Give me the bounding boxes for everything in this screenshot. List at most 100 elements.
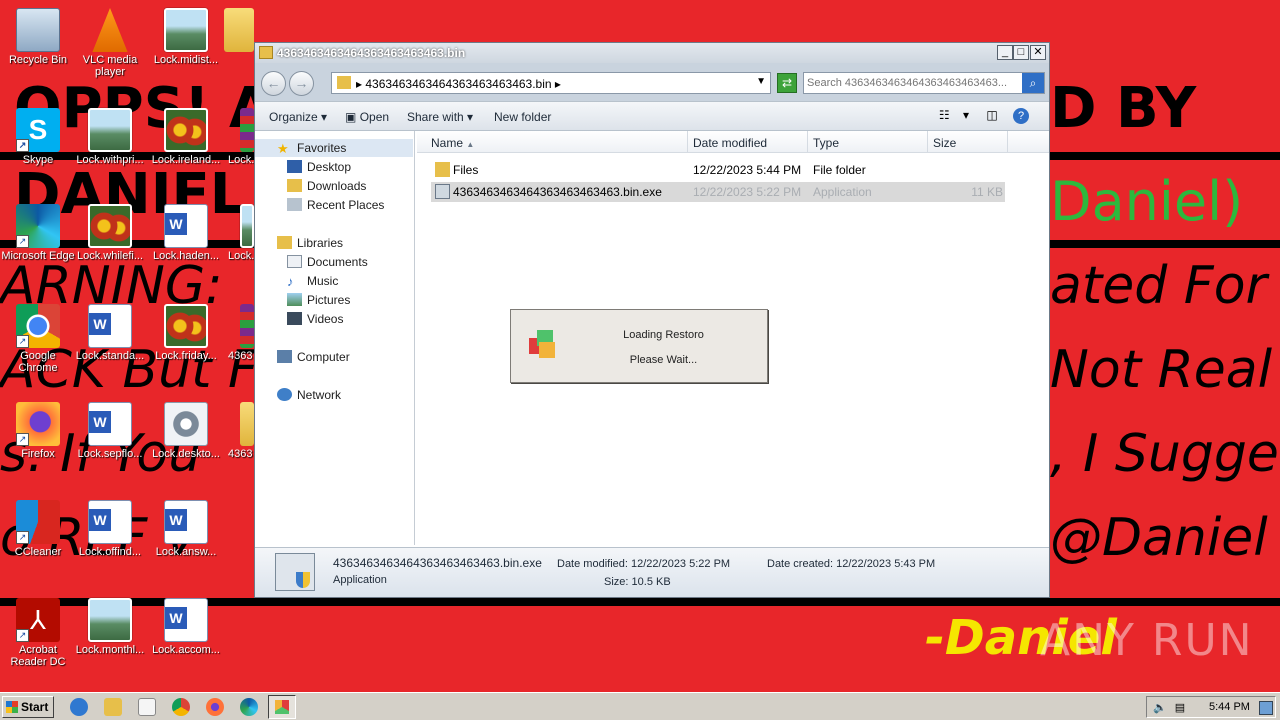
desktop-icon-file[interactable]: 4363	[224, 304, 254, 362]
forward-button[interactable]: →	[289, 71, 314, 96]
media-player-icon[interactable]	[138, 698, 156, 716]
desktop-icon-lock-file[interactable]: Lock.deskto...	[148, 402, 224, 460]
help-icon[interactable]: ?	[1013, 108, 1029, 124]
desktop-icon-label: Firefox	[21, 448, 55, 460]
refresh-button[interactable]: ⇄	[777, 73, 797, 93]
open-button[interactable]: ▣ Open	[345, 110, 389, 124]
desktop-icon-lock-file[interactable]: Lock.whilefi...	[72, 204, 148, 262]
desktop-icon-lock-file[interactable]: Lock.withpri...	[72, 108, 148, 166]
edge-taskbar-icon[interactable]	[240, 698, 258, 716]
word-document-icon	[164, 204, 208, 248]
new-folder-button[interactable]: New folder	[494, 110, 551, 124]
explorer-taskbar-icon[interactable]	[104, 698, 122, 716]
nav-music[interactable]: ♪ Music	[255, 272, 413, 290]
nav-videos[interactable]: Videos	[255, 310, 413, 328]
desktop-icon-label: Lock.friday...	[155, 350, 217, 362]
chevron-down-icon[interactable]: ▼	[756, 76, 766, 87]
desktop-icon-lock-file[interactable]: Lock.offind...	[72, 500, 148, 558]
nav-computer[interactable]: Computer	[255, 348, 413, 366]
nav-desktop[interactable]: Desktop	[255, 158, 413, 176]
desktop-icon-label: Lock.	[228, 250, 254, 262]
column-header-type[interactable]: Type	[813, 136, 839, 150]
desktop-icon-lock-file[interactable]: Lock.sepflo...	[72, 402, 148, 460]
minimize-button[interactable]: _	[997, 45, 1013, 60]
file-row[interactable]: Files 12/22/2023 5:44 PM File folder	[431, 160, 1005, 180]
close-button[interactable]: ✕	[1030, 45, 1046, 60]
desktop-icon-firefox[interactable]: ↗ Firefox	[0, 402, 76, 460]
chevron-down-icon[interactable]: ▾	[963, 108, 969, 122]
volume-icon[interactable]: 🔈	[1153, 701, 1167, 715]
restoro-taskbar-button[interactable]	[268, 695, 296, 719]
column-header-size[interactable]: Size	[933, 136, 956, 150]
internet-explorer-icon[interactable]	[70, 698, 88, 716]
nav-pictures[interactable]: Pictures	[255, 291, 413, 309]
window-titlebar[interactable]: 4363463463464363463463463.bin _ □ ✕	[255, 43, 1049, 63]
view-options-icon[interactable]: ☷	[939, 108, 950, 122]
desktop-icon-acrobat[interactable]: ⅄ ↗ Acrobat Reader DC	[0, 598, 76, 668]
desktop-icon-lock-file[interactable]: Lock.midist...	[148, 8, 224, 66]
column-divider[interactable]	[927, 131, 928, 153]
column-header-date-modified[interactable]: Date modified	[693, 136, 767, 150]
search-box[interactable]: ⌕	[803, 72, 1045, 94]
column-divider[interactable]	[1007, 131, 1008, 153]
search-input[interactable]	[807, 75, 1021, 91]
desktop-icon-skype[interactable]: S ↗ Skype	[0, 108, 76, 166]
desktop-icon-label: Lock.haden...	[152, 250, 220, 262]
clock[interactable]: 5:44 PM	[1209, 701, 1250, 713]
share-with-menu[interactable]: Share with ▾	[407, 110, 473, 124]
desktop-icon-lock-file[interactable]: Lock.haden...	[148, 204, 224, 262]
column-divider[interactable]	[807, 131, 808, 153]
nav-documents[interactable]: Documents	[255, 253, 413, 271]
windows-logo-icon	[6, 701, 18, 713]
desktop-icon-lock-file[interactable]: Lock.friday...	[148, 304, 224, 362]
desktop-icon-label: Microsoft Edge	[1, 250, 75, 262]
desktop-icon-edge[interactable]: ↗ Microsoft Edge	[0, 204, 76, 262]
computer-icon	[277, 350, 292, 363]
breadcrumb-item[interactable]: 4363463463464363463463463.bin	[365, 77, 551, 91]
back-button[interactable]: ←	[261, 71, 286, 96]
show-desktop-icon[interactable]	[1259, 701, 1273, 715]
desktop-icon-file[interactable]: 4363	[224, 402, 254, 460]
desktop-icon-folder[interactable]	[224, 8, 254, 54]
maximize-button[interactable]: □	[1013, 45, 1029, 60]
desktop-icon-lock-file[interactable]: Lock.standa...	[72, 304, 148, 362]
desktop-icon-chrome[interactable]: ↗ Google Chrome	[0, 304, 76, 374]
desktop-icon-lock-file[interactable]: Lock.	[224, 204, 254, 262]
desktop-icon-lock-file[interactable]: Lock.	[224, 108, 254, 166]
vlc-icon	[92, 8, 128, 52]
loading-dialog[interactable]: Loading Restoro Please Wait...	[510, 309, 768, 383]
nav-network[interactable]: Network	[255, 386, 413, 404]
search-icon[interactable]: ⌕	[1022, 73, 1044, 93]
address-bar[interactable]: ▸ 4363463463464363463463463.bin ▸ ▼	[331, 72, 771, 94]
file-row[interactable]: 4363463463464363463463463.bin.exe 12/22/…	[431, 182, 1005, 202]
nav-label: Libraries	[297, 236, 344, 250]
desktop-icon-lock-file[interactable]: Lock.answ...	[148, 500, 224, 558]
organize-menu[interactable]: Organize ▾	[269, 110, 327, 124]
column-divider[interactable]	[687, 131, 688, 153]
column-header-name[interactable]: Name ▲	[431, 136, 474, 150]
desktop-icon-recycle-bin[interactable]: Recycle Bin	[0, 8, 76, 66]
nav-downloads[interactable]: Downloads	[255, 177, 413, 195]
preview-pane-icon[interactable]: ◫	[986, 108, 997, 122]
nav-label: Pictures	[307, 293, 351, 307]
network-tray-icon[interactable]: ▤	[1173, 701, 1187, 715]
logo-part	[539, 342, 555, 358]
desktop-icon-ccleaner[interactable]: ↗ CCleaner	[0, 500, 76, 558]
window-title: 4363463463464363463463463.bin	[277, 46, 466, 60]
chrome-taskbar-icon[interactable]	[172, 698, 190, 716]
desktop-icon-lock-file[interactable]: Lock.accom...	[148, 598, 224, 656]
firefox-taskbar-icon[interactable]	[206, 698, 224, 716]
desktop-icon-label: Lock.answ...	[155, 546, 217, 558]
desktop-icon-lock-file[interactable]: Lock.ireland...	[148, 108, 224, 166]
desktop-icon-label: Lock.standa...	[75, 350, 145, 362]
desktop-icon-lock-file[interactable]: Lock.monthl...	[72, 598, 148, 656]
nav-libraries[interactable]: Libraries	[255, 234, 413, 252]
desktop-icon-label: Lock.	[228, 154, 254, 166]
desktop-icon-vlc[interactable]: VLC media player	[72, 8, 148, 78]
breadcrumb-arrow-icon[interactable]: ▸	[356, 77, 362, 91]
settings-file-icon	[164, 402, 208, 446]
nav-recent-places[interactable]: Recent Places	[255, 196, 413, 214]
start-button[interactable]: Start	[2, 696, 54, 718]
details-size: Size: 10.5 KB	[604, 576, 671, 588]
nav-favorites[interactable]: ★ Favorites	[255, 139, 413, 157]
